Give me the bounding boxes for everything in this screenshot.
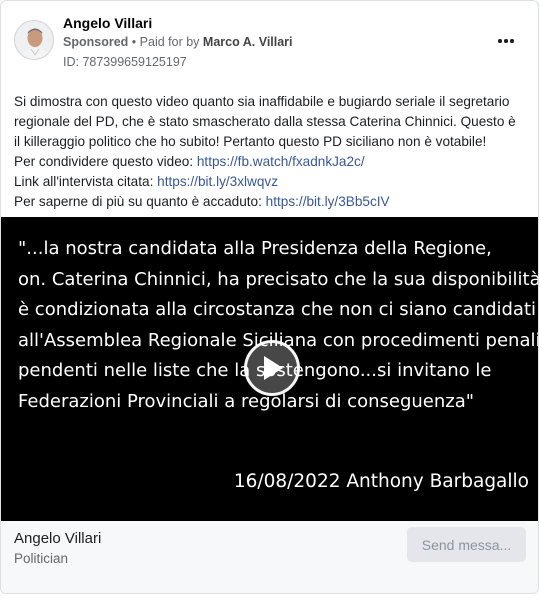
avatar-image xyxy=(15,21,53,59)
more-info-line: Per saperne di più su quanto è accaduto:… xyxy=(14,192,529,212)
ad-card: Angelo Villari Sponsored • Paid for by M… xyxy=(0,0,539,594)
ad-id: ID: 787399659125197 xyxy=(63,55,187,69)
link-prefix: Link all'intervista citata: xyxy=(14,174,158,189)
avatar[interactable] xyxy=(14,20,54,60)
advertiser-name[interactable]: Angelo Villari xyxy=(63,15,152,31)
quote-line: è condizionata alla circostanza che non … xyxy=(18,299,537,320)
separator: • xyxy=(131,35,137,49)
link-prefix: Per saperne di più su quanto è accaduto: xyxy=(14,194,266,209)
post-line: regionale del PD, che è stato smascherat… xyxy=(14,114,516,129)
ad-footer: Angelo Villari Politician Send messa... xyxy=(1,521,538,593)
share-video-link[interactable]: https://fb.watch/fxadnkJa2c/ xyxy=(197,154,365,169)
post-line: Si dimostra con questo video quanto sia … xyxy=(14,94,510,109)
sponsor-line: Sponsored • Paid for by Marco A. Villari xyxy=(63,35,293,49)
interview-link[interactable]: https://bit.ly/3xlwqvz xyxy=(157,174,278,189)
video-player[interactable]: "...la nostra candidata alla Presidenza … xyxy=(1,217,539,521)
page-category: Politician xyxy=(14,551,69,566)
post-text: Si dimostra con questo video quanto sia … xyxy=(14,92,529,212)
more-options-icon[interactable] xyxy=(494,31,518,51)
share-video-line: Per condividere questo video: https://fb… xyxy=(14,152,529,172)
sponsored-label: Sponsored xyxy=(63,35,129,49)
page-name[interactable]: Angelo Villari xyxy=(14,530,101,547)
payer-name[interactable]: Marco A. Villari xyxy=(203,35,293,49)
post-line: il killeraggio politico che ho subito! P… xyxy=(14,134,487,149)
play-icon[interactable] xyxy=(244,340,300,396)
more-info-link[interactable]: https://bit.ly/3Bb5cIV xyxy=(266,194,390,209)
ad-header: Angelo Villari Sponsored • Paid for by M… xyxy=(1,1,538,81)
video-attribution: 16/08/2022 Anthony Barbagallo xyxy=(233,471,529,492)
play-triangle xyxy=(264,356,283,380)
paid-for-label: Paid for by xyxy=(139,35,200,49)
link-prefix: Per condividere questo video: xyxy=(14,154,197,169)
quote-line: "...la nostra candidata alla Presidenza … xyxy=(18,238,492,259)
quote-line: on. Caterina Chinnici, ha precisato che … xyxy=(18,268,539,290)
send-message-button[interactable]: Send messa... xyxy=(407,527,526,562)
interview-line: Link all'intervista citata: https://bit.… xyxy=(14,172,529,192)
